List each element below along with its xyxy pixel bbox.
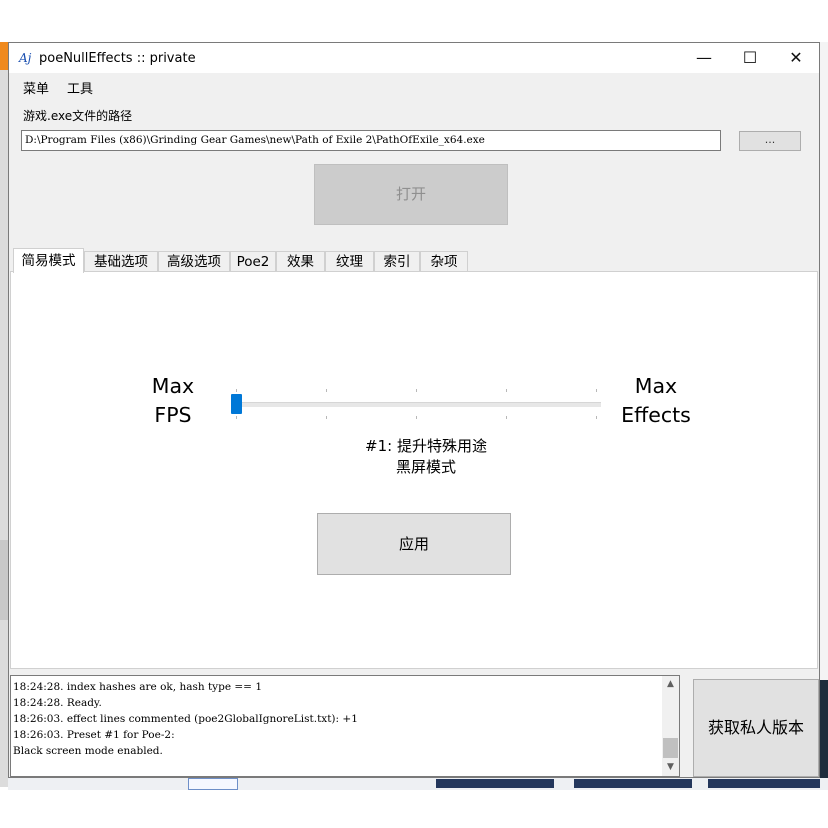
max-effects-label-line: Max xyxy=(634,374,678,398)
scroll-up-arrow-icon[interactable]: ▲ xyxy=(662,676,679,693)
tab-simple-mode[interactable]: 简易模式 xyxy=(13,248,84,273)
preset-slider[interactable] xyxy=(235,402,601,407)
max-fps-label-line: FPS xyxy=(154,403,192,427)
slider-tick xyxy=(416,389,417,392)
slider-tick xyxy=(596,389,597,392)
slider-tick xyxy=(236,389,237,392)
desktop-background-link xyxy=(188,778,238,790)
minimize-button[interactable]: — xyxy=(681,43,727,73)
desktop-background-block xyxy=(574,779,692,788)
apply-button[interactable]: 应用 xyxy=(317,513,511,575)
desktop-background-accent xyxy=(0,42,8,70)
preset-description: #1: 提升特殊用途 黑屏模式 xyxy=(311,436,541,478)
slider-tick xyxy=(236,416,237,419)
browse-button[interactable]: ... xyxy=(739,131,801,151)
preset-description-line: #1: 提升特殊用途 xyxy=(365,437,487,455)
log-line: Black screen mode enabled. xyxy=(13,745,163,757)
menu-bar: 菜单 工具 xyxy=(9,74,819,97)
max-effects-label: Max Effects xyxy=(611,372,701,430)
log-line: 18:26:03. Preset #1 for Poe-2: xyxy=(13,729,175,741)
slider-tick xyxy=(506,416,507,419)
log-line: 18:24:28. Ready. xyxy=(13,697,102,709)
tab-advanced-options[interactable]: 高级选项 xyxy=(158,251,230,272)
slider-tick xyxy=(596,416,597,419)
log-output[interactable]: 18:24:28. index hashes are ok, hash type… xyxy=(10,675,680,777)
desktop-background-left-dark xyxy=(0,540,8,620)
log-scrollbar-thumb[interactable] xyxy=(663,738,678,758)
preset-slider-thumb[interactable] xyxy=(231,394,242,414)
log-line: 18:26:03. effect lines commented (poe2Gl… xyxy=(13,713,358,725)
tab-index[interactable]: 索引 xyxy=(374,251,420,272)
desktop-background-block xyxy=(708,779,820,788)
app-window: Aj poeNullEffects :: private — ☐ ✕ 菜单 工具… xyxy=(8,42,820,778)
tab-poe2[interactable]: Poe2 xyxy=(230,251,276,272)
preset-description-line: 黑屏模式 xyxy=(395,458,456,476)
menu-item-menu[interactable]: 菜单 xyxy=(23,78,49,97)
menu-item-tools[interactable]: 工具 xyxy=(67,78,93,97)
desktop-background-bottom xyxy=(8,778,828,790)
max-fps-label: Max FPS xyxy=(133,372,213,430)
scroll-down-arrow-icon[interactable]: ▼ xyxy=(662,759,679,776)
tab-basic-options[interactable]: 基础选项 xyxy=(84,251,158,272)
slider-tick xyxy=(506,389,507,392)
desktop-background-right-dark xyxy=(820,680,828,780)
game-path-input[interactable]: D:\Program Files (x86)\Grinding Gear Gam… xyxy=(21,130,721,151)
desktop-background-left xyxy=(0,42,8,787)
tab-effects[interactable]: 效果 xyxy=(276,251,325,272)
slider-tick xyxy=(416,416,417,419)
desktop-background-right xyxy=(820,42,828,787)
title-bar[interactable]: Aj poeNullEffects :: private — ☐ ✕ xyxy=(9,43,819,73)
get-private-version-button[interactable]: 获取私人版本 xyxy=(693,679,819,777)
app-icon: Aj xyxy=(19,51,32,65)
maximize-button[interactable]: ☐ xyxy=(727,43,773,73)
tab-textures[interactable]: 纹理 xyxy=(325,251,374,272)
simple-mode-panel: Max FPS Max Effects #1: 提升特殊用途 黑屏模式 应用 xyxy=(10,271,818,669)
close-button[interactable]: ✕ xyxy=(773,43,819,73)
tab-strip: 简易模式 基础选项 高级选项 Poe2 效果 纹理 索引 杂项 xyxy=(13,248,813,273)
max-effects-label-line: Effects xyxy=(621,403,691,427)
log-line: 18:24:28. index hashes are ok, hash type… xyxy=(13,681,263,693)
slider-tick xyxy=(326,416,327,419)
open-button[interactable]: 打开 xyxy=(314,164,508,225)
log-scrollbar[interactable]: ▲ ▼ xyxy=(662,676,679,776)
game-path-label: 游戏.exe文件的路径 xyxy=(23,109,133,123)
max-fps-label-line: Max xyxy=(151,374,195,398)
window-title: poeNullEffects :: private xyxy=(39,51,196,66)
tab-misc[interactable]: 杂项 xyxy=(420,251,468,272)
log-lines: 18:24:28. index hashes are ok, hash type… xyxy=(13,679,358,759)
desktop-background-block xyxy=(436,779,554,788)
slider-tick xyxy=(326,389,327,392)
